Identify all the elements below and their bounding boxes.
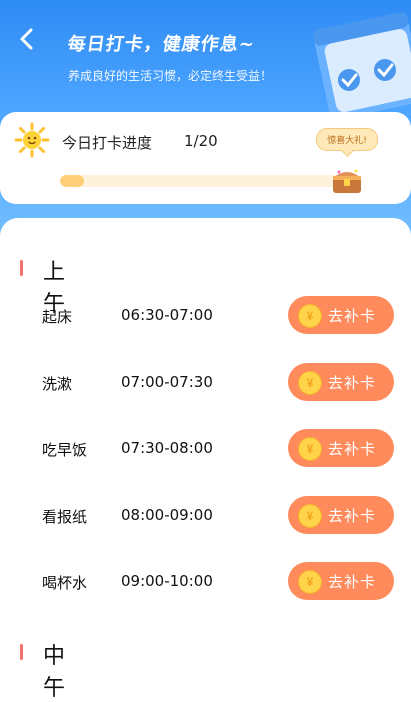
section-title: 中午 bbox=[43, 644, 66, 701]
list-item: 洗漱 07:00-07:30 ¥ 去补卡 bbox=[0, 363, 411, 403]
coin-icon: ¥ bbox=[298, 504, 322, 528]
surprise-gift-bubble: 惊喜大礼! bbox=[316, 128, 378, 151]
task-name: 起床 bbox=[42, 308, 73, 326]
makeup-button-label: 去补卡 bbox=[328, 574, 377, 591]
task-name: 看报纸 bbox=[42, 508, 88, 526]
coin-icon: ¥ bbox=[298, 570, 322, 594]
back-arrow-icon[interactable] bbox=[12, 24, 42, 54]
makeup-checkin-button[interactable]: ¥ 去补卡 bbox=[288, 496, 394, 534]
treasure-chest-icon[interactable] bbox=[330, 164, 364, 196]
coin-icon: ¥ bbox=[298, 437, 322, 461]
makeup-checkin-button[interactable]: ¥ 去补卡 bbox=[288, 296, 394, 334]
list-item: 吃早饭 07:30-08:00 ¥ 去补卡 bbox=[0, 429, 411, 469]
makeup-checkin-button[interactable]: ¥ 去补卡 bbox=[288, 562, 394, 600]
page-title: 每日打卡，健康作息~ bbox=[66, 34, 257, 55]
coin-icon: ¥ bbox=[298, 304, 322, 328]
page-subtitle: 养成良好的生活习惯，必定终生受益！ bbox=[68, 69, 273, 83]
checkin-list: 上午 起床 06:30-07:00 ¥ 去补卡 洗漱 07:00-07:30 ¥… bbox=[0, 218, 411, 701]
progress-bar bbox=[60, 175, 340, 187]
section-marker bbox=[20, 260, 23, 276]
task-time: 07:00-07:30 bbox=[121, 373, 213, 391]
task-time: 08:00-09:00 bbox=[121, 506, 213, 524]
task-time: 06:30-07:00 bbox=[121, 306, 213, 324]
progress-card: 今日打卡进度 1/20 惊喜大礼! bbox=[0, 112, 411, 204]
makeup-button-label: 去补卡 bbox=[328, 441, 377, 458]
checklist-illustration-icon bbox=[313, 12, 411, 116]
coin-icon: ¥ bbox=[298, 371, 322, 395]
makeup-checkin-button[interactable]: ¥ 去补卡 bbox=[288, 429, 394, 467]
task-name: 喝杯水 bbox=[42, 574, 88, 592]
list-item: 看报纸 08:00-09:00 ¥ 去补卡 bbox=[0, 496, 411, 536]
progress-label: 今日打卡进度 bbox=[62, 134, 153, 152]
makeup-button-label: 去补卡 bbox=[328, 375, 377, 392]
sun-icon bbox=[14, 122, 50, 158]
task-name: 吃早饭 bbox=[42, 441, 88, 459]
progress-count: 1/20 bbox=[184, 132, 218, 150]
list-item: 起床 06:30-07:00 ¥ 去补卡 bbox=[0, 296, 411, 336]
task-name: 洗漱 bbox=[42, 375, 73, 393]
makeup-button-label: 去补卡 bbox=[328, 308, 377, 325]
task-time: 07:30-08:00 bbox=[121, 439, 213, 457]
makeup-button-label: 去补卡 bbox=[328, 508, 377, 525]
makeup-checkin-button[interactable]: ¥ 去补卡 bbox=[288, 363, 394, 401]
progress-bar-fill bbox=[60, 175, 84, 187]
task-time: 09:00-10:00 bbox=[121, 572, 213, 590]
section-marker bbox=[20, 644, 23, 660]
list-item: 喝杯水 09:00-10:00 ¥ 去补卡 bbox=[0, 562, 411, 602]
